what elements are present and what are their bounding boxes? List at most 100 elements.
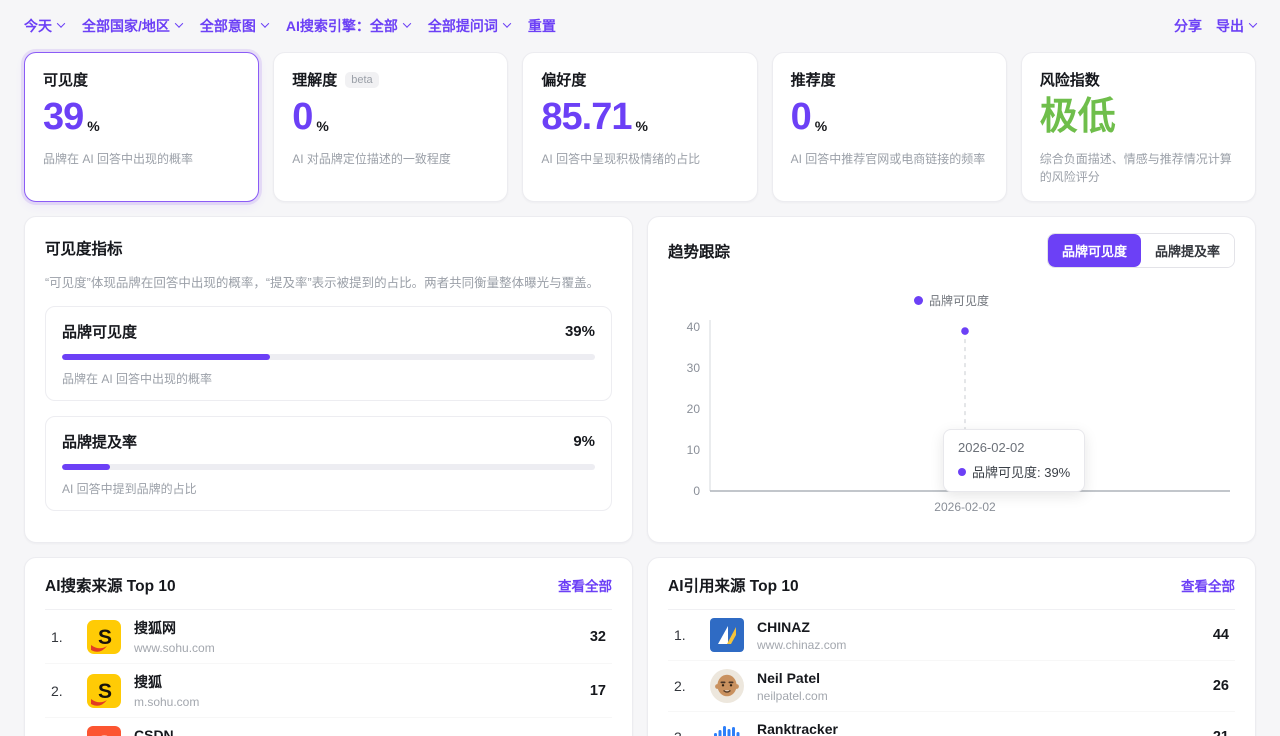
panel-title: AI搜索来源 Top 10 xyxy=(45,574,176,596)
chinaz-icon xyxy=(710,618,744,652)
progress-track xyxy=(62,354,595,360)
list-item[interactable]: 3. Ranktracker www.ranktracker.com 21 xyxy=(668,712,1235,736)
kpi-value: 0 xyxy=(791,98,811,138)
chevron-down-icon xyxy=(175,19,183,27)
source-name: 搜狐网 xyxy=(134,618,215,638)
source-name: Neil Patel xyxy=(757,670,828,686)
sohu-icon: S xyxy=(87,620,121,654)
share-button[interactable]: 分享 xyxy=(1174,16,1202,36)
source-domain: neilpatel.com xyxy=(757,689,828,703)
trend-chart-area[interactable]: 0102030402026-02-02 2026-02-02 品牌可见度: 39… xyxy=(668,313,1235,526)
sohu-icon: S xyxy=(87,674,121,708)
kpi-unit: % xyxy=(316,118,328,134)
rank-number: 2. xyxy=(674,678,710,694)
chart-tooltip: 2026-02-02 品牌可见度: 39% xyxy=(943,429,1085,492)
view-all-link[interactable]: 查看全部 xyxy=(558,575,612,595)
list-item[interactable]: 1. S 搜狐网 www.sohu.com 32 xyxy=(45,610,612,664)
source-domain: m.sohu.com xyxy=(134,695,199,709)
legend-dot-icon xyxy=(914,296,923,305)
filter-ai-engine[interactable]: AI搜索引擎：全部 xyxy=(286,16,410,36)
filter-ai-engine-label: AI搜索引擎：全部 xyxy=(286,16,398,36)
panel-title: 可见度指标 xyxy=(45,237,612,259)
export-button[interactable]: 导出 xyxy=(1216,16,1256,36)
reset-filters-label: 重置 xyxy=(528,16,556,36)
svg-text:C: C xyxy=(96,731,112,736)
filter-country-label: 全部国家/地区 xyxy=(82,16,170,36)
chevron-down-icon xyxy=(403,19,411,27)
trend-tracking-panel: 趋势跟踪 品牌可见度 品牌提及率 品牌可见度 0102030402026-02-… xyxy=(647,216,1256,543)
chart-legend: 品牌可见度 xyxy=(668,292,1235,309)
list-item[interactable]: 2. S 搜狐 m.sohu.com 17 xyxy=(45,664,612,718)
rank-number: 2. xyxy=(51,683,87,699)
reset-filters-button[interactable]: 重置 xyxy=(528,16,556,36)
kpi-title: 理解度 xyxy=(292,69,337,90)
kpi-card-risk[interactable]: 风险指数 极低 综合负面描述、情感与推荐情况计算的风险评分 xyxy=(1021,52,1256,202)
kpi-unit: % xyxy=(87,118,99,134)
kpi-cards-row: 可见度 39 % 品牌在 AI 回答中出现的概率 理解度 beta 0 % AI… xyxy=(24,52,1256,202)
neil-patel-avatar xyxy=(710,669,744,703)
kpi-title: 可见度 xyxy=(43,69,88,90)
list-item[interactable]: 3. C CSDN blog.csdn.net 13 xyxy=(45,718,612,736)
kpi-unit: % xyxy=(635,118,647,134)
list-item[interactable]: 1. CHINAZ www.chinaz.com 44 xyxy=(668,610,1235,661)
svg-text:S: S xyxy=(98,626,112,649)
source-name: 搜狐 xyxy=(134,672,199,692)
filter-date-range-label: 今天 xyxy=(24,16,52,36)
filter-bar: 今天 全部国家/地区 全部意图 AI搜索引擎：全部 全部提问词 重置 xyxy=(24,10,1256,42)
metric-value: 9% xyxy=(573,433,595,450)
source-domain: www.sohu.com xyxy=(134,641,215,655)
progress-fill xyxy=(62,354,270,360)
top-actions: 分享 导出 xyxy=(1174,16,1256,36)
filter-prompts[interactable]: 全部提问词 xyxy=(428,16,510,36)
kpi-card-understanding[interactable]: 理解度 beta 0 % AI 对品牌定位描述的一致程度 xyxy=(273,52,508,202)
kpi-value: 极低 xyxy=(1040,98,1116,138)
toggle-brand-visibility[interactable]: 品牌可见度 xyxy=(1048,234,1141,267)
panel-title: 趋势跟踪 xyxy=(668,240,730,262)
metric-description: 品牌在 AI 回答中出现的概率 xyxy=(62,370,595,387)
beta-badge: beta xyxy=(345,72,378,88)
tooltip-series-dot-icon xyxy=(958,468,966,476)
source-name: Ranktracker xyxy=(757,721,871,736)
source-count: 17 xyxy=(590,683,606,699)
panel-title: AI引用来源 Top 10 xyxy=(668,574,799,596)
progress-fill xyxy=(62,464,110,470)
svg-text:S: S xyxy=(98,680,112,703)
chevron-down-icon xyxy=(57,19,65,27)
filter-intent[interactable]: 全部意图 xyxy=(200,16,268,36)
kpi-title: 风险指数 xyxy=(1040,69,1100,90)
metric-name: 品牌提及率 xyxy=(62,431,137,452)
trend-metric-toggle: 品牌可见度 品牌提及率 xyxy=(1047,233,1235,268)
kpi-card-recommendation[interactable]: 推荐度 0 % AI 回答中推荐官网或电商链接的频率 xyxy=(772,52,1007,202)
metric-description: AI 回答中提到品牌的占比 xyxy=(62,480,595,497)
metric-brand-mention-rate: 品牌提及率 9% AI 回答中提到品牌的占比 xyxy=(45,416,612,511)
view-all-link[interactable]: 查看全部 xyxy=(1181,575,1235,595)
source-count: 32 xyxy=(590,629,606,645)
kpi-title: 偏好度 xyxy=(541,69,586,90)
filter-country[interactable]: 全部国家/地区 xyxy=(82,16,182,36)
list-item[interactable]: 2. Neil Patel neilpatel.com 26 xyxy=(668,661,1235,712)
panel-subtitle: “可见度”体现品牌在回答中出现的概率，“提及率”表示被提到的占比。两者共同衡量整… xyxy=(45,272,612,291)
source-count: 21 xyxy=(1213,729,1229,736)
tooltip-date: 2026-02-02 xyxy=(958,440,1070,455)
toggle-brand-mention-rate[interactable]: 品牌提及率 xyxy=(1141,234,1234,267)
svg-text:30: 30 xyxy=(687,361,701,375)
ranktracker-icon xyxy=(710,720,744,736)
kpi-card-preference[interactable]: 偏好度 85.71 % AI 回答中呈现积极情绪的占比 xyxy=(522,52,757,202)
share-label: 分享 xyxy=(1174,16,1202,36)
metric-value: 39% xyxy=(565,323,595,340)
bottom-row: AI搜索来源 Top 10 查看全部 1. S 搜狐网 www.sohu.com… xyxy=(24,557,1256,736)
svg-text:40: 40 xyxy=(687,320,701,334)
filter-date-range[interactable]: 今天 xyxy=(24,16,64,36)
kpi-card-visibility[interactable]: 可见度 39 % 品牌在 AI 回答中出现的概率 xyxy=(24,52,259,202)
source-domain: www.chinaz.com xyxy=(757,638,846,652)
filter-group: 今天 全部国家/地区 全部意图 AI搜索引擎：全部 全部提问词 重置 xyxy=(24,16,556,36)
kpi-unit: % xyxy=(815,118,827,134)
rank-number: 3. xyxy=(674,729,710,736)
csdn-icon: C xyxy=(87,726,121,736)
ai-search-sources-panel: AI搜索来源 Top 10 查看全部 1. S 搜狐网 www.sohu.com… xyxy=(24,557,633,736)
svg-text:10: 10 xyxy=(687,443,701,457)
source-count: 26 xyxy=(1213,678,1229,694)
kpi-description: AI 回答中推荐官网或电商链接的频率 xyxy=(791,150,988,169)
svg-text:2026-02-02: 2026-02-02 xyxy=(934,500,996,514)
kpi-value: 85.71 xyxy=(541,98,631,138)
